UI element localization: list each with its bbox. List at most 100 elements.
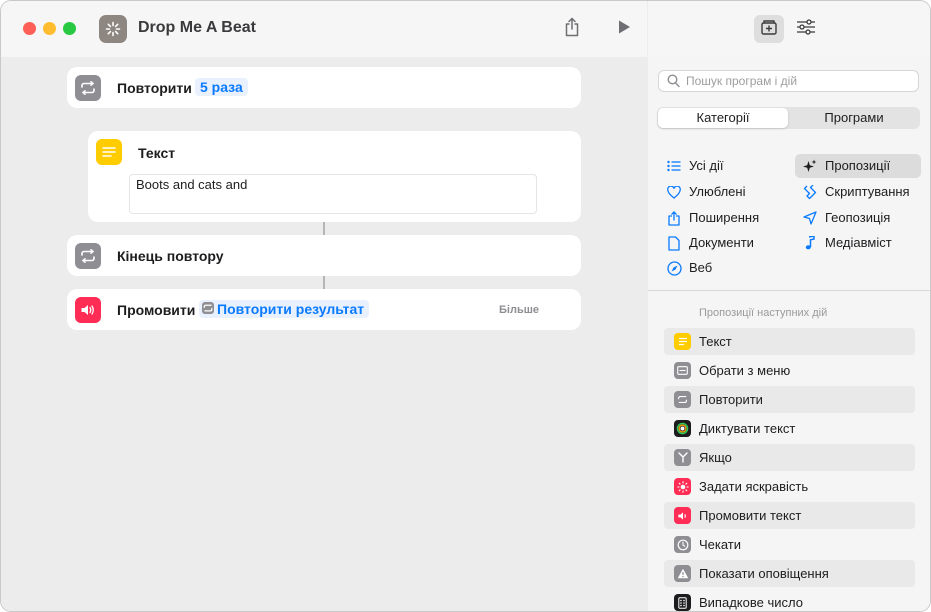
window: Drop Me A Beat Повторити 5 раза Текст Bo…	[0, 0, 931, 612]
sliders-icon	[796, 18, 816, 40]
suggestion-label: Диктувати текст	[699, 421, 796, 436]
play-icon	[617, 19, 631, 40]
category-documents[interactable]: Документи	[666, 231, 786, 255]
window-title: Drop Me A Beat	[138, 19, 256, 36]
category-label: Улюблені	[689, 184, 746, 199]
text-title: Текст	[138, 145, 176, 161]
document-icon	[666, 235, 682, 251]
clock-icon	[674, 536, 691, 553]
dictate-icon	[674, 420, 691, 437]
repeat-icon	[75, 75, 101, 101]
category-label: Документи	[689, 235, 754, 250]
suggestions-heading: Пропозиції наступних дій	[699, 307, 828, 319]
editor-pane: Drop Me A Beat Повторити 5 раза Текст Bo…	[1, 1, 647, 611]
category-label: Скриптування	[825, 184, 910, 199]
dice-icon	[674, 594, 691, 611]
suggestion-label: Задати яскравість	[699, 479, 809, 494]
repeat-results-label: Повторити результат	[217, 301, 365, 317]
repeat-title: Повторити	[117, 80, 192, 96]
alert-icon	[674, 565, 691, 582]
category-location[interactable]: Геопозиція	[802, 206, 922, 230]
heart-icon	[666, 184, 682, 200]
text-icon	[674, 333, 691, 350]
more-button[interactable]: Більше	[499, 304, 539, 316]
tab-apps[interactable]: Програми	[789, 108, 919, 128]
location-arrow-icon	[802, 210, 818, 226]
suggestion-item-dictate-text[interactable]: Диктувати текст	[664, 415, 915, 442]
suggestion-label: Промовити текст	[699, 508, 802, 523]
suggestion-item-wait[interactable]: Чекати	[664, 531, 915, 558]
repeat-results-token[interactable]: Повторити результат	[199, 300, 370, 318]
menu-icon	[674, 362, 691, 379]
suggestion-label: Повторити	[699, 392, 763, 407]
category-favorites[interactable]: Улюблені	[666, 180, 786, 204]
category-web[interactable]: Веб	[666, 256, 786, 280]
repeat-action-card[interactable]: Повторити 5 раза	[67, 67, 581, 108]
shortcut-icon[interactable]	[99, 15, 127, 43]
suggestion-item-speak-text[interactable]: Промовити текст	[664, 502, 915, 529]
suggestion-label: Чекати	[699, 537, 742, 552]
run-button[interactable]	[610, 15, 638, 43]
suggestion-item-repeat[interactable]: Повторити	[664, 386, 915, 413]
details-button[interactable]	[791, 15, 821, 43]
speak-title: Промовити	[117, 302, 196, 318]
suggestion-label: Показати оповіщення	[699, 566, 829, 581]
zoom-button[interactable]	[63, 22, 76, 35]
compass-icon	[666, 260, 682, 276]
library-button[interactable]	[754, 15, 784, 43]
suggestion-item-set-brightness[interactable]: Задати яскравість	[664, 473, 915, 500]
scripting-icon	[802, 184, 818, 200]
speak-action-card[interactable]: Промовити Повторити результат Більше	[67, 289, 581, 330]
suggestion-label: Текст	[699, 334, 732, 349]
add-to-library-icon	[760, 18, 778, 41]
suggestion-item-text[interactable]: Текст	[664, 328, 915, 355]
sparkles-icon	[802, 158, 818, 174]
category-label: Геопозиція	[825, 210, 891, 225]
suggestion-label: Обрати з меню	[699, 363, 791, 378]
share-button[interactable]	[558, 15, 586, 43]
repeat-count-token[interactable]: 5 раза	[195, 78, 248, 96]
category-sharing[interactable]: Поширення	[666, 206, 786, 230]
repeat-icon	[202, 302, 214, 314]
tab-categories[interactable]: Категорії	[658, 108, 788, 128]
repeat-icon	[75, 243, 101, 269]
category-label: Пропозиції	[825, 158, 891, 173]
text-input[interactable]: Boots and cats and	[129, 174, 537, 214]
category-label: Поширення	[689, 210, 760, 225]
share-icon	[666, 210, 682, 226]
text-icon	[96, 139, 122, 165]
brightness-icon	[674, 478, 691, 495]
search-field[interactable]: Пошук програм і дій	[658, 70, 919, 92]
search-placeholder: Пошук програм і дій	[686, 74, 798, 88]
category-suggestions[interactable]: Пропозиції	[795, 154, 921, 178]
connector-line	[323, 222, 325, 235]
suggestion-item-show-alert[interactable]: Показати оповіщення	[664, 560, 915, 587]
list-icon	[666, 158, 682, 174]
speaker-icon	[674, 507, 691, 524]
suggestion-label: Якщо	[699, 450, 732, 465]
sidebar-toolbar	[648, 1, 930, 57]
category-label: Усі дії	[689, 158, 724, 173]
end-repeat-title: Кінець повтору	[117, 248, 224, 264]
category-label: Веб	[689, 260, 713, 275]
suggestion-item-choose-from-menu[interactable]: Обрати з меню	[664, 357, 915, 384]
music-note-icon	[802, 235, 818, 251]
repeat-icon	[674, 391, 691, 408]
category-scripting[interactable]: Скриптування	[802, 180, 922, 204]
sidebar-tabs: Категорії Програми	[657, 107, 920, 129]
actions-sidebar: Пошук програм і дій Категорії Програми У…	[648, 1, 930, 611]
close-button[interactable]	[23, 22, 36, 35]
category-media[interactable]: Медіавміст	[802, 231, 922, 255]
category-all-actions[interactable]: Усі дії	[666, 154, 786, 178]
suggestion-item-random-number[interactable]: Випадкове число	[664, 589, 915, 611]
suggestion-item-if[interactable]: Якщо	[664, 444, 915, 471]
minimize-button[interactable]	[43, 22, 56, 35]
speaker-icon	[75, 297, 101, 323]
connector-line	[323, 276, 325, 289]
category-label: Медіавміст	[825, 235, 892, 250]
suggestion-label: Випадкове число	[699, 595, 803, 610]
if-icon	[674, 449, 691, 466]
share-icon	[564, 17, 580, 42]
titlebar: Drop Me A Beat	[1, 1, 647, 57]
end-repeat-action-card[interactable]: Кінець повтору	[67, 235, 581, 276]
